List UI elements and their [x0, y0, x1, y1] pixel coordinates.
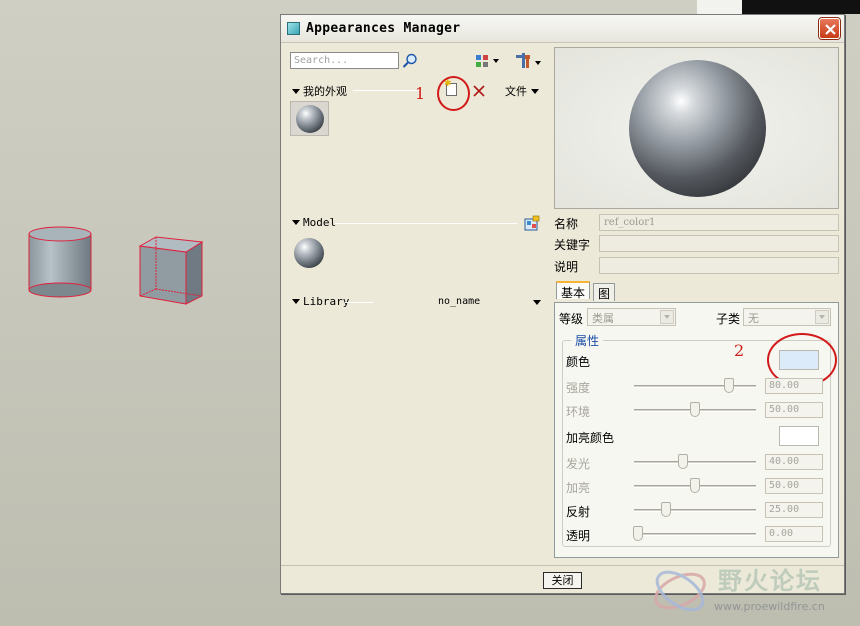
background-dark-panel — [742, 0, 860, 14]
reflection-slider-thumb[interactable] — [661, 502, 671, 517]
shine-slider-thumb[interactable] — [678, 454, 688, 469]
keywords-label: 关键字 — [554, 238, 591, 252]
box-part[interactable] — [136, 234, 206, 306]
subclass-select-value: 无 — [748, 312, 759, 325]
shine-label: 发光 — [566, 457, 591, 471]
reflection-slider[interactable] — [634, 509, 756, 512]
view-options-icon[interactable] — [475, 53, 503, 69]
close-button[interactable]: 关闭 — [543, 572, 582, 589]
transparency-slider-thumb[interactable] — [633, 526, 643, 541]
section-divider — [335, 223, 517, 224]
intensity-slider[interactable] — [634, 385, 756, 388]
tab-basic[interactable]: 基本 — [556, 281, 591, 300]
library-section-header[interactable]: Library — [292, 295, 349, 308]
color-label: 颜色 — [566, 355, 591, 369]
ambient-value-field[interactable]: 50.00 — [765, 402, 823, 418]
watermark-logo — [654, 570, 706, 612]
search-input[interactable] — [290, 52, 399, 69]
appearance-thumbnail-selected[interactable] — [290, 101, 329, 136]
close-icon — [825, 24, 836, 35]
star-icon: ✱ — [444, 79, 452, 89]
tab-map[interactable]: 图 — [593, 283, 616, 301]
appearance-preview — [554, 47, 839, 209]
name-field[interactable]: ref_color1 — [599, 214, 839, 231]
highlight-value-field[interactable]: 50.00 — [765, 478, 823, 494]
collapse-arrow-icon[interactable] — [292, 220, 300, 225]
library-section-label: Library — [303, 295, 350, 308]
highlight-color-label: 加亮颜色 — [566, 431, 615, 445]
model-section-header[interactable]: Model — [292, 216, 336, 229]
section-divider — [353, 90, 421, 91]
subclass-label: 子类 — [716, 312, 741, 326]
cylinder-part[interactable] — [26, 224, 96, 300]
dropdown-arrow-icon — [815, 310, 829, 324]
library-dropdown-arrow-icon[interactable] — [533, 300, 541, 305]
level-select-value: 类属 — [592, 312, 614, 325]
annotation-marker-2: 2 — [734, 341, 745, 360]
description-field[interactable] — [599, 257, 839, 274]
model-sphere-thumbnail[interactable] — [294, 238, 324, 268]
shine-slider[interactable] — [634, 461, 756, 464]
my-appearances-label: 我的外观 — [303, 85, 347, 98]
model-section-label: Model — [303, 216, 337, 229]
preview-sphere — [629, 60, 766, 197]
watermark-title: 野火论坛 — [718, 567, 822, 595]
name-label: 名称 — [554, 217, 579, 231]
intensity-label: 强度 — [566, 381, 591, 395]
tools-icon[interactable] — [514, 52, 544, 70]
highlight-color-swatch[interactable] — [779, 426, 819, 446]
watermark-url: www.proewildfire.cn — [714, 600, 825, 613]
my-appearances-header[interactable]: 我的外观 — [292, 83, 347, 99]
background-panel — [697, 0, 742, 14]
transparency-label: 透明 — [566, 529, 591, 543]
collapse-arrow-icon[interactable] — [292, 88, 300, 94]
dropdown-arrow-icon — [660, 310, 674, 324]
reflection-value-field[interactable]: 25.00 — [765, 502, 823, 518]
annotation-marker-1: 1 — [415, 84, 426, 103]
level-select[interactable]: 类属 — [587, 308, 676, 326]
app-icon — [287, 22, 300, 35]
ambient-label: 环境 — [566, 405, 591, 419]
forum-watermark: 野火论坛 www.proewildfire.cn — [650, 557, 860, 626]
level-label: 等级 — [559, 312, 584, 326]
section-divider — [345, 302, 373, 303]
intensity-slider-thumb[interactable] — [724, 378, 734, 393]
title-bar[interactable]: Appearances Manager — [281, 15, 844, 43]
reflection-label: 反射 — [566, 505, 591, 519]
model-appearance-icon[interactable] — [523, 215, 541, 233]
properties-group-title: 属性 — [571, 332, 604, 349]
window-title: Appearances Manager — [306, 21, 461, 36]
keywords-field[interactable] — [599, 235, 839, 252]
delete-icon[interactable] — [472, 84, 486, 98]
close-window-button[interactable] — [819, 18, 840, 39]
new-appearance-icon[interactable]: ✱ — [444, 79, 457, 96]
transparency-slider[interactable] — [634, 533, 756, 536]
highlight-label: 加亮 — [566, 481, 591, 495]
highlight-slider-thumb[interactable] — [690, 478, 700, 493]
file-menu-label: 文件 — [505, 85, 527, 98]
appearances-manager-dialog: Appearances Manager 我的外观 1 ✱ 文件 — [280, 14, 845, 594]
shine-value-field[interactable]: 40.00 — [765, 454, 823, 470]
library-select-value[interactable]: no_name — [438, 296, 480, 307]
description-label: 说明 — [554, 260, 579, 274]
sphere-thumbnail-icon — [296, 105, 324, 133]
dropdown-arrow-icon — [531, 88, 539, 94]
subclass-select[interactable]: 无 — [743, 308, 831, 326]
file-menu[interactable]: 文件 — [505, 83, 539, 99]
collapse-arrow-icon[interactable] — [292, 299, 300, 304]
transparency-value-field[interactable]: 0.00 — [765, 526, 823, 542]
search-icon[interactable] — [402, 53, 418, 69]
intensity-value-field[interactable]: 80.00 — [765, 378, 823, 394]
ambient-slider-thumb[interactable] — [690, 402, 700, 417]
